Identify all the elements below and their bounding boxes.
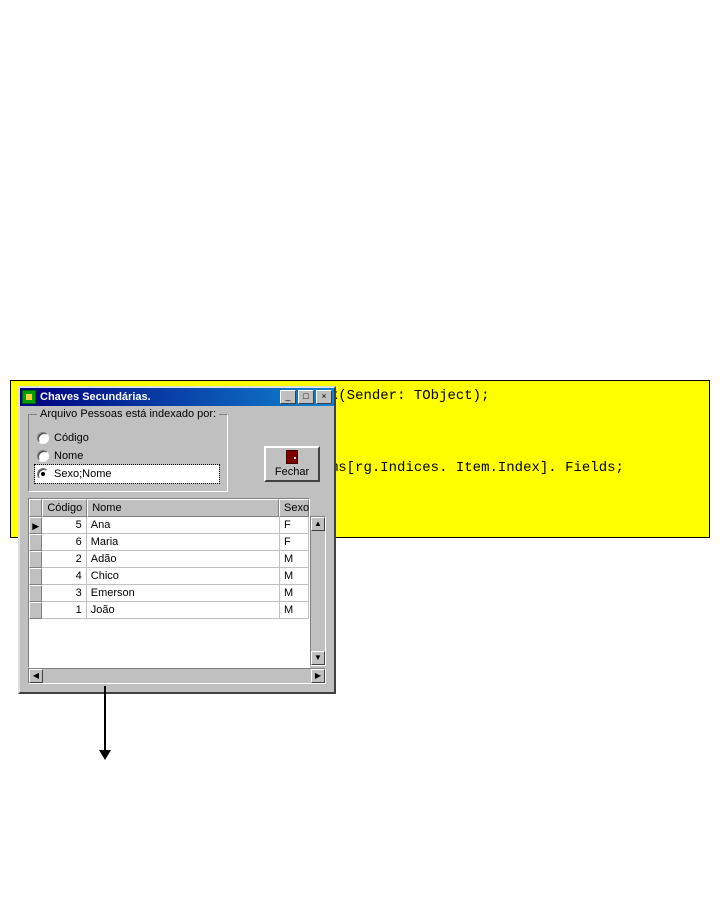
table-row[interactable]: ▶ 5 Ana F — [29, 517, 309, 534]
data-grid[interactable]: Código Nome Sexo ▶ 5 Ana F 6 Maria — [28, 498, 326, 684]
cell-codigo[interactable]: 1 — [42, 602, 86, 619]
cell-sexo[interactable]: F — [280, 534, 309, 551]
app-icon — [22, 390, 36, 404]
row-indicator-icon — [29, 568, 42, 585]
cell-nome[interactable]: João — [87, 602, 280, 619]
horizontal-scrollbar[interactable]: ◀ ▶ — [28, 668, 326, 684]
radio-nome[interactable]: Nome — [37, 447, 219, 465]
table-row[interactable]: 3 Emerson M — [29, 585, 309, 602]
fechar-label: Fechar — [275, 466, 309, 478]
radio-label: Nome — [54, 450, 83, 462]
cell-nome[interactable]: Ana — [87, 517, 280, 534]
groupbox-legend: Arquivo Pessoas está indexado por: — [37, 408, 219, 420]
scroll-left-icon[interactable]: ◀ — [29, 669, 43, 683]
titlebar[interactable]: Chaves Secundárias. _ □ × — [20, 388, 334, 406]
row-indicator-icon — [29, 602, 42, 619]
radio-label: Sexo;Nome — [54, 468, 111, 480]
client-area: Arquivo Pessoas está indexado por: Códig… — [20, 406, 334, 692]
table-row[interactable]: 6 Maria F — [29, 534, 309, 551]
minimize-button[interactable]: _ — [280, 390, 296, 404]
cell-sexo[interactable]: M — [280, 602, 309, 619]
vertical-scrollbar[interactable]: ▲ ▼ — [310, 516, 326, 666]
col-indicator[interactable] — [29, 499, 42, 517]
radio-sexo-nome[interactable]: Sexo;Nome — [35, 465, 219, 483]
radio-icon — [37, 432, 49, 444]
col-codigo[interactable]: Código — [42, 499, 87, 517]
cell-codigo[interactable]: 3 — [42, 585, 86, 602]
radio-icon — [37, 468, 49, 480]
cell-codigo[interactable]: 5 — [42, 517, 86, 534]
cell-codigo[interactable]: 2 — [42, 551, 86, 568]
close-window-button[interactable]: × — [316, 390, 332, 404]
arrow-down-icon — [104, 686, 106, 758]
window-title: Chaves Secundárias. — [40, 391, 280, 403]
index-groupbox: Arquivo Pessoas está indexado por: Códig… — [28, 414, 228, 492]
col-sexo[interactable]: Sexo — [279, 499, 309, 517]
maximize-button[interactable]: □ — [298, 390, 314, 404]
door-exit-icon — [286, 450, 298, 464]
cell-sexo[interactable]: M — [280, 568, 309, 585]
cell-nome[interactable]: Emerson — [87, 585, 280, 602]
cell-codigo[interactable]: 6 — [42, 534, 86, 551]
col-nome[interactable]: Nome — [87, 499, 279, 517]
row-indicator-icon — [29, 551, 42, 568]
grid-header: Código Nome Sexo — [29, 499, 309, 517]
radio-label: Código — [54, 432, 89, 444]
table-row[interactable]: 1 João M — [29, 602, 309, 619]
radio-codigo[interactable]: Código — [37, 429, 219, 447]
table-row[interactable]: 2 Adão M — [29, 551, 309, 568]
scroll-up-icon[interactable]: ▲ — [311, 517, 325, 531]
row-indicator-icon — [29, 534, 42, 551]
cell-nome[interactable]: Chico — [87, 568, 280, 585]
cell-nome[interactable]: Maria — [87, 534, 280, 551]
cell-sexo[interactable]: M — [280, 551, 309, 568]
row-indicator-icon — [29, 585, 42, 602]
scroll-right-icon[interactable]: ▶ — [311, 669, 325, 683]
row-indicator-icon: ▶ — [29, 517, 42, 534]
cell-nome[interactable]: Adão — [87, 551, 280, 568]
cell-sexo[interactable]: M — [280, 585, 309, 602]
fechar-button[interactable]: Fechar — [264, 446, 320, 482]
scroll-down-icon[interactable]: ▼ — [311, 651, 325, 665]
cell-sexo[interactable]: F — [280, 517, 309, 534]
radio-icon — [37, 450, 49, 462]
cell-codigo[interactable]: 4 — [42, 568, 86, 585]
table-row[interactable]: 4 Chico M — [29, 568, 309, 585]
app-window: Chaves Secundárias. _ □ × Arquivo Pessoa… — [18, 386, 336, 694]
